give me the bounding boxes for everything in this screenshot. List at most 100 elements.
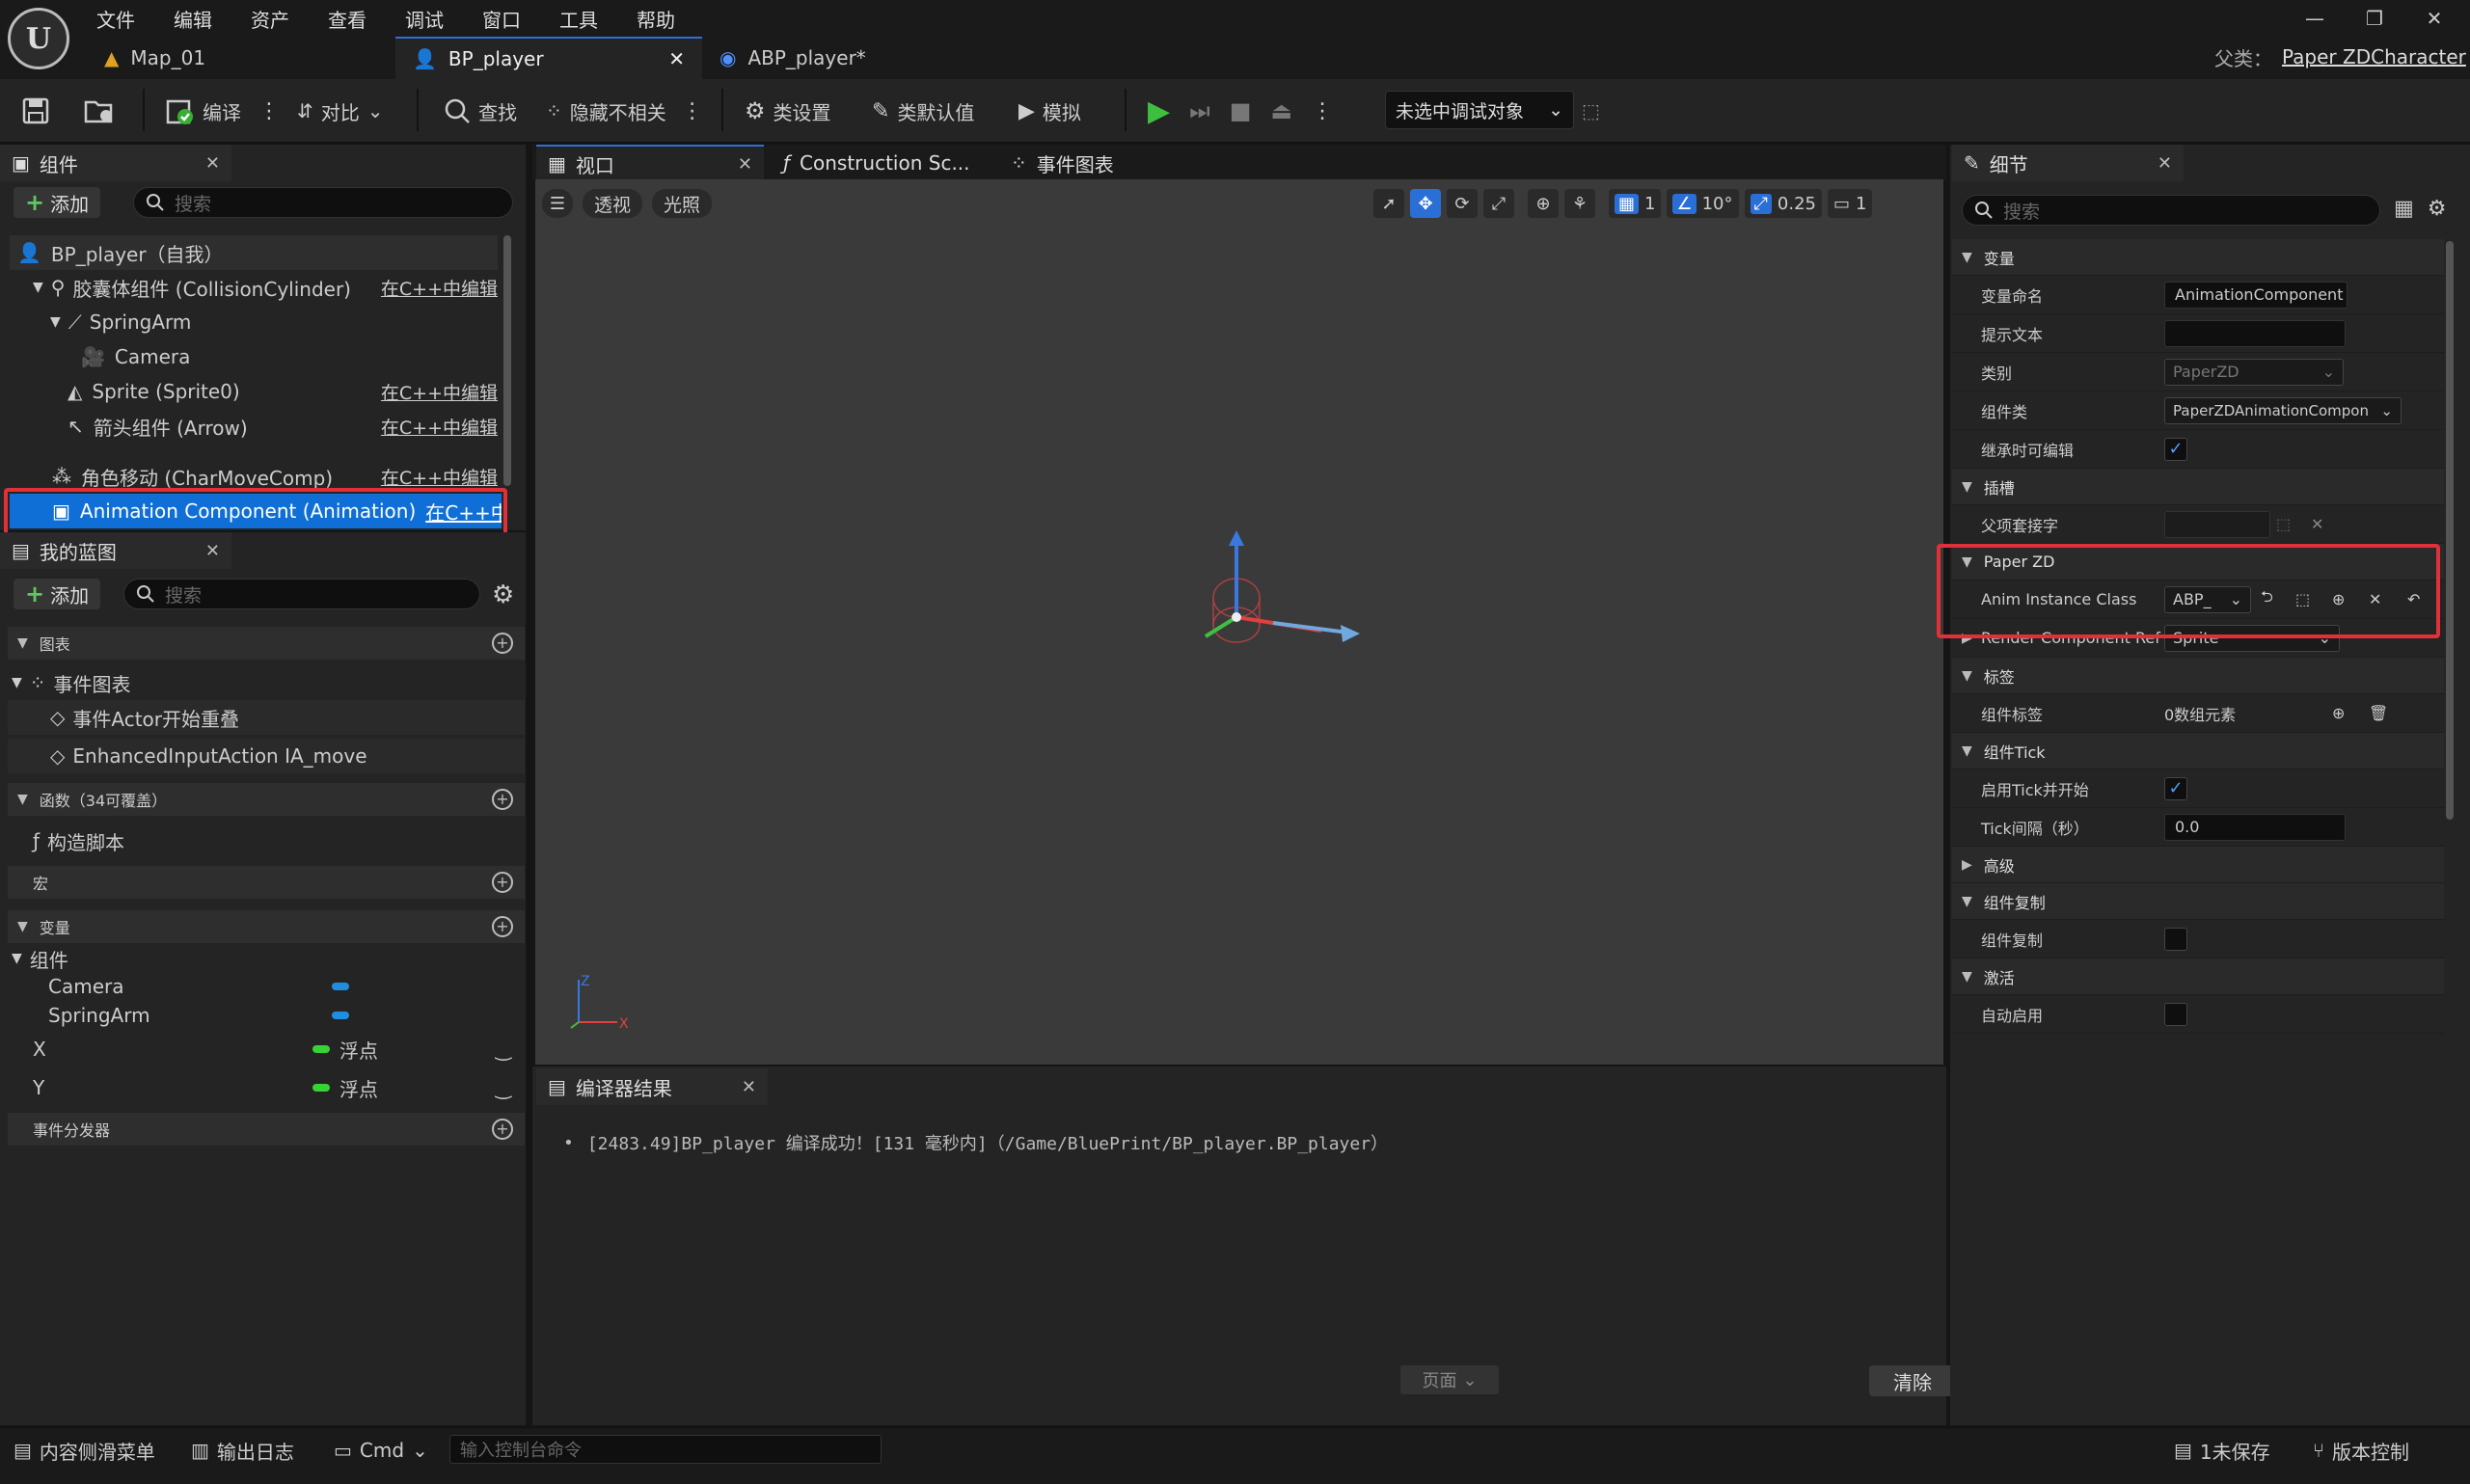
menu-window[interactable]: 窗口 [482, 5, 521, 33]
diff-button[interactable]: ⇵ 对比 ⌄ [297, 93, 384, 129]
variable-row[interactable]: Y 浮点 ‿ [33, 1070, 525, 1105]
parent-socket-input[interactable] [2164, 510, 2270, 538]
source-control-button[interactable]: ⑂ 版本控制 [2313, 1433, 2409, 1468]
tab-details[interactable]: ✎ 细节 ✕ [1952, 145, 2184, 181]
class-settings-button[interactable]: ⚙ 类设置 [745, 93, 831, 129]
section-advanced[interactable]: ▶ 高级 [1952, 847, 2444, 883]
tick-interval-input[interactable]: 0.0 [2164, 813, 2346, 841]
trash-icon[interactable]: 🗑 [2369, 704, 2388, 722]
restore-icon[interactable]: ❐ [2346, 2, 2403, 35]
variable-row[interactable]: Camera [48, 972, 525, 1001]
eye-closed-icon[interactable]: ‿ [496, 1076, 511, 1099]
section-tags[interactable]: ▼ 标签 [1952, 658, 2444, 694]
more-options-icon[interactable]: ⋮ [258, 99, 280, 123]
content-drawer-button[interactable]: ▤ 内容侧滑菜单 [14, 1433, 155, 1468]
save-icon[interactable] [21, 93, 50, 129]
play-icon[interactable]: ▶ [1148, 94, 1170, 128]
event-item[interactable]: ◇ EnhancedInputAction IA_move [8, 739, 525, 773]
translate-icon[interactable]: ✥ [1410, 189, 1441, 218]
section-macros[interactable]: 宏 + [8, 866, 525, 899]
component-item[interactable]: ▼ ⚲ 胶囊体组件 (CollisionCylinder) 在C++中编辑 [33, 270, 498, 305]
world-space-icon[interactable]: ⊕ [1528, 189, 1559, 218]
settings-gear-icon[interactable]: ⚙ [2428, 197, 2447, 221]
construction-script-row[interactable]: ƒ 构造脚本 [8, 823, 525, 858]
section-tick[interactable]: ▼ 组件Tick [1952, 733, 2444, 769]
component-item[interactable]: ◭ Sprite (Sprite0) 在C++中编辑 [68, 374, 498, 409]
event-graph-row[interactable]: ▼ ⁘ 事件图表 [8, 665, 525, 700]
scrollbar[interactable] [2446, 241, 2454, 820]
tab-compiler-results[interactable]: ▤ 编译器结果 ✕ [536, 1068, 768, 1105]
scale-icon[interactable]: ⤢ [1483, 189, 1514, 218]
tab-viewport[interactable]: ▦ 视口 ✕ [536, 145, 764, 181]
collapse-arrow-icon[interactable]: ▼ [50, 314, 61, 330]
edit-in-cpp-link[interactable]: 在C++中编辑 [381, 464, 498, 490]
close-tab-icon[interactable]: ✕ [668, 47, 685, 70]
event-item[interactable]: ◇ 事件Actor开始重叠 [8, 700, 525, 735]
debug-object-icon[interactable]: ⬚ [1582, 93, 1600, 129]
minimize-icon[interactable]: — [2286, 2, 2344, 35]
table-view-icon[interactable]: ▦ [2394, 197, 2414, 221]
menu-view[interactable]: 查看 [328, 5, 366, 33]
component-item[interactable]: ↖ 箭头组件 (Arrow) 在C++中编辑 [68, 409, 498, 444]
close-window-icon[interactable]: ✕ [2405, 2, 2463, 35]
scrollbar[interactable] [503, 235, 511, 486]
settings-gear-icon[interactable]: ⚙ [492, 580, 514, 609]
menu-tools[interactable]: 工具 [559, 5, 598, 33]
eye-closed-icon[interactable]: ‿ [496, 1038, 511, 1061]
variable-row[interactable]: SpringArm [48, 1001, 525, 1030]
step-icon[interactable]: ⏭ [1189, 97, 1210, 124]
section-variables[interactable]: ▼ 变量 + [8, 910, 525, 943]
surface-snap-icon[interactable]: ⚘ [1564, 189, 1595, 218]
section-event-dispatchers[interactable]: 事件分发器 + [8, 1113, 525, 1146]
menu-file[interactable]: 文件 [96, 5, 135, 33]
add-circle-icon[interactable]: ⊕ [2332, 704, 2345, 722]
tab-bp-player[interactable]: 👤 BP_player ✕ [395, 37, 702, 79]
component-search-input[interactable]: 搜索 [133, 187, 513, 218]
close-panel-icon[interactable]: ✕ [205, 153, 220, 174]
component-root[interactable]: 👤 BP_player（自我） [10, 235, 498, 270]
tab-construction-script[interactable]: ƒ Construction Sc... [772, 145, 993, 181]
start-tick-checkbox[interactable]: ✓ [2164, 776, 2187, 800]
rotate-icon[interactable]: ⟳ [1447, 189, 1478, 218]
unreal-logo-icon[interactable]: U [8, 8, 69, 69]
menu-help[interactable]: 帮助 [637, 5, 675, 33]
close-panel-icon[interactable]: ✕ [742, 1077, 756, 1097]
section-variable[interactable]: ▼ 变量 [1952, 239, 2444, 276]
edit-in-cpp-link[interactable]: 在C++中编辑 [381, 379, 498, 405]
menu-asset[interactable]: 资产 [251, 5, 289, 33]
tab-components[interactable]: ▣ 组件 ✕ [0, 145, 231, 181]
page-dropdown[interactable]: 页面 ⌄ [1400, 1365, 1499, 1394]
add-circle-icon[interactable]: + [492, 1119, 513, 1140]
menu-edit[interactable]: 编辑 [174, 5, 212, 33]
tab-map01[interactable]: ▲ Map_01 [87, 37, 395, 79]
browse-socket-icon[interactable]: ⬚ [2276, 515, 2291, 533]
auto-activate-checkbox[interactable] [2164, 1002, 2187, 1026]
lit-button[interactable]: 光照 [652, 189, 713, 218]
blueprint-search-input[interactable]: 搜索 [123, 579, 480, 609]
add-member-button[interactable]: + 添加 [14, 579, 101, 609]
section-activation[interactable]: ▼ 激活 [1952, 958, 2444, 995]
perspective-button[interactable]: 透视 [583, 189, 643, 218]
more-options-icon[interactable]: ⋮ [682, 99, 703, 123]
class-defaults-button[interactable]: ✎ 类默认值 [872, 93, 974, 129]
component-item[interactable]: ▼ ⟋ SpringArm [50, 305, 498, 339]
add-component-button[interactable]: + 添加 [14, 187, 101, 218]
clear-icon[interactable]: ✕ [2311, 515, 2323, 533]
grid-snap-toggle[interactable]: ▦ 1 [1609, 189, 1662, 218]
parent-class-link[interactable]: Paper ZDCharacter [2282, 45, 2466, 68]
add-circle-icon[interactable]: + [492, 633, 513, 654]
hamburger-menu-icon[interactable]: ☰ [542, 189, 573, 218]
component-item[interactable]: 🎥 Camera [81, 339, 498, 374]
scale-snap-toggle[interactable]: ⤢ 0.25 [1744, 189, 1822, 218]
transform-gizmo-icon[interactable] [1186, 530, 1360, 685]
tab-my-blueprint[interactable]: ▤ 我的蓝图 ✕ [0, 532, 231, 569]
eject-icon[interactable]: ⏏ [1270, 97, 1292, 124]
section-graphs[interactable]: ▼ 图表 + [8, 627, 525, 660]
camera-speed-button[interactable]: ▭ 1 [1828, 189, 1873, 218]
simulate-button[interactable]: ▶ 模拟 [1018, 93, 1081, 129]
stop-icon[interactable]: ■ [1230, 97, 1252, 124]
section-functions[interactable]: ▼ 函数（34可覆盖） + [8, 783, 525, 816]
close-tab-icon[interactable]: ✕ [738, 154, 752, 175]
edit-in-cpp-link[interactable]: 在C++中编辑 [381, 414, 498, 440]
select-icon[interactable]: ➚ [1373, 189, 1404, 218]
